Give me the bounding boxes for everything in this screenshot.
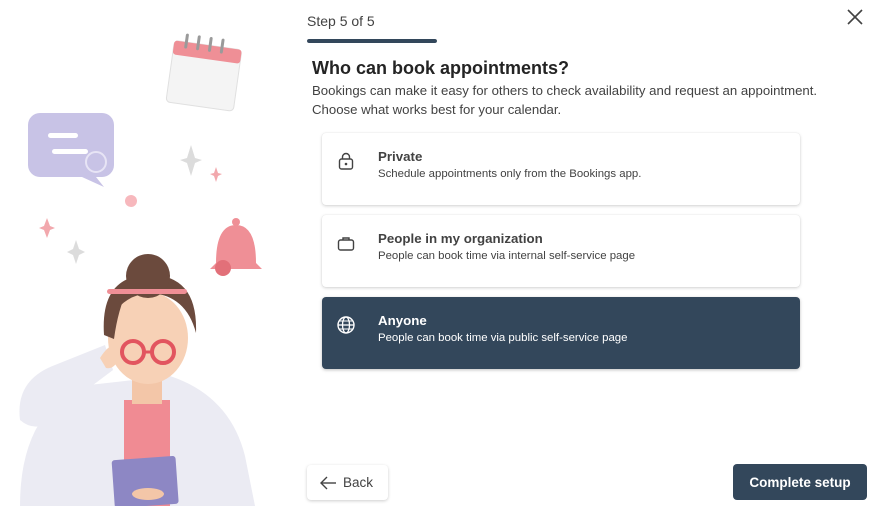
back-button[interactable]: Back (307, 465, 388, 500)
arrow-left-icon (320, 476, 336, 489)
option-subtitle: People can book time via public self-ser… (378, 332, 628, 344)
option-people-in-my-organization[interactable]: People in my organization People can boo… (322, 215, 800, 287)
sparkle-icon (180, 145, 202, 176)
option-anyone[interactable]: Anyone People can book time via public s… (322, 297, 800, 369)
step-progress-fill (307, 39, 437, 43)
sparkle-icon (67, 240, 85, 264)
lock-icon (338, 152, 354, 170)
sparkle-icon (210, 167, 222, 182)
person-illustration (19, 254, 255, 506)
option-title: Private (378, 149, 423, 164)
calendar-icon (165, 33, 242, 112)
bell-icon (210, 218, 262, 276)
briefcase-icon (337, 237, 355, 251)
option-subtitle: People can book time via internal self-s… (378, 250, 636, 262)
option-title: People in my organization (378, 231, 543, 246)
option-subtitle: Schedule appointments only from the Book… (378, 168, 642, 180)
close-icon (847, 9, 863, 25)
step-indicator-label: Step 5 of 5 (307, 13, 375, 29)
chat-bubble-icon (28, 113, 114, 187)
option-title: Anyone (378, 313, 427, 328)
complete-setup-button[interactable]: Complete setup (733, 464, 867, 500)
step-progress-bar (307, 39, 437, 43)
dialog-description: Bookings can make it easy for others to … (312, 83, 818, 117)
globe-icon (337, 316, 355, 334)
option-private[interactable]: Private Schedule appointments only from … (322, 133, 800, 205)
close-button[interactable] (842, 4, 868, 30)
onboarding-illustration (19, 33, 262, 506)
dialog-title: Who can book appointments? (312, 58, 569, 78)
back-button-label: Back (343, 475, 374, 490)
dot-shape (125, 195, 137, 207)
sparkle-icon (39, 218, 55, 238)
